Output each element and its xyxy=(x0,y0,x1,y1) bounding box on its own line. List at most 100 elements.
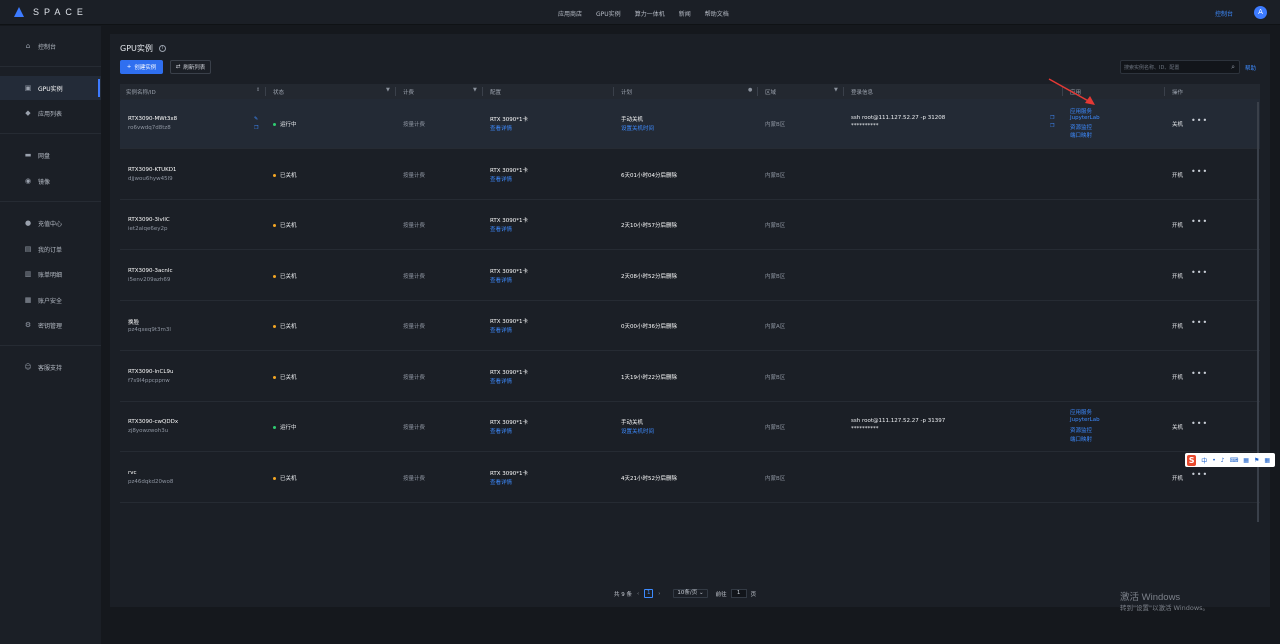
config-details-link[interactable]: 查看详情 xyxy=(490,427,512,435)
plan: 6天01小时04分后删除 xyxy=(621,173,677,179)
app-service-link[interactable]: 应用服务 xyxy=(1070,408,1092,416)
resource-monitor-link[interactable]: 资源监控 xyxy=(1070,426,1092,434)
page-number-current[interactable]: 1 xyxy=(644,589,654,598)
more-icon[interactable]: ••• xyxy=(1191,116,1208,125)
status-dot-icon xyxy=(273,477,276,480)
action-button[interactable]: 开机 xyxy=(1172,221,1183,229)
set-shutdown-link[interactable]: 设置关机时间 xyxy=(621,124,654,132)
prev-page-icon[interactable]: ‹ xyxy=(637,591,639,597)
chinese-mode-icon[interactable]: 中 xyxy=(1201,456,1207,465)
sidebar-item-app-list[interactable]: ◆ 应用列表 xyxy=(0,101,101,125)
config-details-link[interactable]: 查看详情 xyxy=(490,124,512,132)
sidebar-item-bills[interactable]: ▥ 账单明细 xyxy=(0,262,101,286)
console-link[interactable]: 控制台 xyxy=(1215,9,1233,18)
app-service-link[interactable]: 应用服务 xyxy=(1070,107,1092,115)
more-icon[interactable]: ••• xyxy=(1191,470,1208,479)
goto-page-input[interactable]: 1 xyxy=(730,589,747,598)
sidebar-item-orders[interactable]: ▤ 我的订单 xyxy=(0,237,101,261)
action-button[interactable]: 开机 xyxy=(1172,373,1183,381)
config-details-link[interactable]: 查看详情 xyxy=(490,478,512,486)
more-icon[interactable]: ••• xyxy=(1191,217,1208,226)
copy-icon[interactable]: ❐ xyxy=(1050,115,1054,121)
search-box: ⌕ xyxy=(1120,60,1240,74)
table-row[interactable]: RTX3090-cwQDDx zj8yowzwoh3u 运行中 按量计费 RTX… xyxy=(120,402,1260,452)
search-icon[interactable]: ⌕ xyxy=(1231,63,1235,72)
sidebar-item-gpu-instance[interactable]: ▣ GPU实例 xyxy=(0,76,101,100)
table-row[interactable]: RTX3090-3lvllC iet2alqe6ey2p 已关机 按量计费 RT… xyxy=(120,200,1260,250)
status: 运行中 xyxy=(273,120,297,128)
billing: 按量计费 xyxy=(403,173,426,179)
sidebar-item-recharge[interactable]: ● 充值中心 xyxy=(0,211,101,235)
billing: 按量计费 xyxy=(403,324,426,330)
table-row[interactable]: RTX3090-3acnlc i5env209azh69 已关机 按量计费 RT… xyxy=(120,251,1260,301)
table-row[interactable]: rvc pz46dqkd20wo8 已关机 按量计费 RTX 3090*1卡 查… xyxy=(120,453,1260,503)
action-button[interactable]: 开机 xyxy=(1172,171,1183,179)
sidebar-item-security[interactable]: ▦ 账户安全 xyxy=(0,288,101,312)
ime-toolbar[interactable]: S 中 • ♪ ⌨ ▦ ⚑ ▦ xyxy=(1185,453,1275,467)
config-details-link[interactable]: 查看详情 xyxy=(490,377,512,385)
more-icon[interactable]: ••• xyxy=(1191,268,1208,277)
action-button[interactable]: 开机 xyxy=(1172,322,1183,330)
config-details-link[interactable]: 查看详情 xyxy=(490,276,512,284)
nav-item-app-store[interactable]: 应用商店 xyxy=(558,9,582,18)
nav-item-help-docs[interactable]: 帮助文档 xyxy=(705,9,729,18)
search-input[interactable] xyxy=(1124,63,1222,72)
toolbox-icon[interactable]: ▦ xyxy=(1243,457,1249,464)
info-icon[interactable]: i xyxy=(158,45,166,52)
sidebar-item-label: 密钥管理 xyxy=(38,322,63,330)
more-icon[interactable]: ••• xyxy=(1191,419,1208,428)
page-size-select[interactable]: 10条/页 ⌄ xyxy=(673,589,708,598)
port-mapping-link[interactable]: 端口映射 xyxy=(1070,131,1092,139)
copy-icon[interactable]: ❐ xyxy=(1050,123,1054,129)
sidebar-item-keys[interactable]: ⚙ 密钥管理 xyxy=(0,313,101,337)
copy-icon[interactable]: ❐ xyxy=(254,125,258,131)
avatar[interactable]: A xyxy=(1254,6,1267,19)
sidebar-item-image[interactable]: ◉ 镜像 xyxy=(0,169,101,193)
filter-icon[interactable]: ▼ xyxy=(834,87,838,93)
grid-menu-icon[interactable]: ▦ xyxy=(1264,457,1270,464)
table-row[interactable]: 换脸 pz4qxeq9t3m3l 已关机 按量计费 RTX 3090*1卡 查看… xyxy=(120,301,1260,351)
skin-icon[interactable]: ⚑ xyxy=(1254,457,1259,464)
help-link[interactable]: 帮助 xyxy=(1245,64,1256,72)
sidebar-item-disk[interactable]: ▬ 网盘 xyxy=(0,143,101,167)
jupyterlab-link[interactable]: JupyterLab xyxy=(1070,417,1100,423)
action-button[interactable]: 关机 xyxy=(1172,120,1183,128)
logo[interactable]: SPACE xyxy=(14,7,88,17)
next-page-icon[interactable]: › xyxy=(658,591,660,597)
nav-item-gpu-instance[interactable]: GPU实例 xyxy=(596,9,621,18)
table-row[interactable]: RTX3090-KTUKD1 djjwou6hyw45l9 已关机 按量计费 R… xyxy=(120,150,1260,200)
filter-icon[interactable]: ▼ xyxy=(473,87,477,93)
create-instance-button[interactable]: + 创建实例 xyxy=(120,60,163,74)
more-icon[interactable]: ••• xyxy=(1191,318,1208,327)
port-mapping-link[interactable]: 端口映射 xyxy=(1070,435,1092,443)
col-header-name: 实例名称/ID xyxy=(126,90,156,96)
more-icon[interactable]: ••• xyxy=(1191,167,1208,176)
punctuation-icon[interactable]: • xyxy=(1212,457,1216,464)
set-shutdown-link[interactable]: 设置关机时间 xyxy=(621,427,654,435)
sort-icon[interactable]: ⇕ xyxy=(256,87,260,93)
nav-item-news[interactable]: 新闻 xyxy=(679,9,691,18)
refresh-list-button[interactable]: ⇄ 刷新列表 xyxy=(170,60,211,74)
microphone-icon[interactable]: ♪ xyxy=(1221,457,1225,464)
sidebar-item-support[interactable]: ☺ 客服支持 xyxy=(0,355,101,379)
filter-icon[interactable]: ▼ xyxy=(386,87,390,93)
sidebar-item-console[interactable]: ⌂ 控制台 xyxy=(0,34,101,58)
status-text: 已关机 xyxy=(280,375,297,381)
config-details-link[interactable]: 查看详情 xyxy=(490,225,512,233)
config-details-link[interactable]: 查看详情 xyxy=(490,175,512,183)
resource-monitor-link[interactable]: 资源监控 xyxy=(1070,123,1092,131)
config: RTX 3090*1卡 xyxy=(490,269,529,275)
action-button[interactable]: 开机 xyxy=(1172,272,1183,280)
edit-icon[interactable]: ✎ xyxy=(254,116,258,122)
more-icon[interactable]: ••• xyxy=(1191,369,1208,378)
nav-item-compute-appliance[interactable]: 算力一体机 xyxy=(635,9,665,18)
keyboard-icon[interactable]: ⌨ xyxy=(1230,457,1239,464)
col-header-status: 状态 xyxy=(273,90,285,96)
table-row[interactable]: RTX3090-lnCL9u f7s9l4ppcppnw 已关机 按量计费 RT… xyxy=(120,352,1260,402)
action-button[interactable]: 关机 xyxy=(1172,423,1183,431)
sidebar-divider xyxy=(0,345,101,346)
settings-icon[interactable]: ● xyxy=(748,87,752,93)
jupyterlab-link[interactable]: JupyterLab xyxy=(1070,115,1100,121)
action-button[interactable]: 开机 xyxy=(1172,474,1183,482)
config-details-link[interactable]: 查看详情 xyxy=(490,326,512,334)
